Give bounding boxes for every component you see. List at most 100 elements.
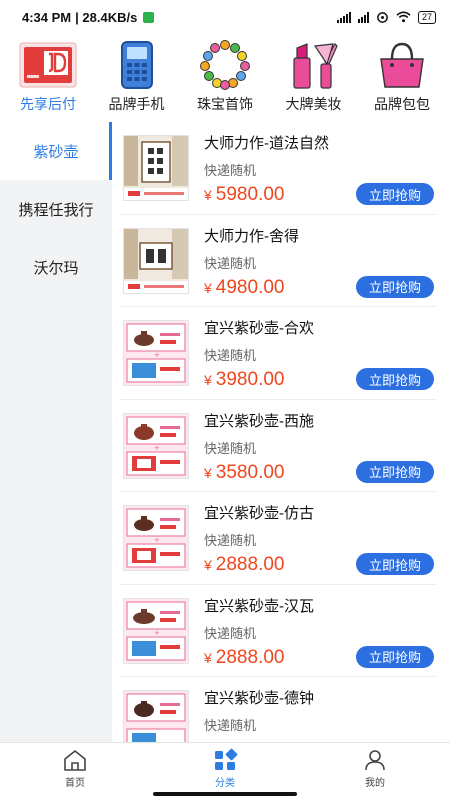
buy-now-button[interactable]: 立即抢购 — [356, 553, 434, 575]
nav-home[interactable]: 首页 — [0, 743, 150, 800]
jd-card-icon — [18, 38, 78, 92]
sidebar-item-walmart[interactable]: 沃尔玛 — [0, 238, 112, 296]
home-icon — [64, 750, 86, 771]
price-value: 3580.00 — [215, 461, 285, 483]
top-category-label: 大牌美妆 — [285, 96, 342, 112]
product-title: 宜兴紫砂壶-合欢 — [204, 320, 314, 337]
signal-icon — [336, 11, 351, 23]
product-thumbnail: + — [123, 412, 189, 479]
svg-text:+: + — [154, 351, 160, 359]
product-price: ¥3580.00 — [204, 462, 284, 484]
product-shipping: 快递随机 — [204, 533, 257, 548]
battery-icon: 27 — [417, 10, 436, 24]
currency-symbol: ¥ — [204, 557, 212, 573]
buy-now-button[interactable]: 立即抢购 — [356, 460, 434, 483]
category-icon — [215, 748, 238, 770]
top-category-label: 品牌手机 — [108, 96, 165, 112]
product-item[interactable]: 大师力作-道法自然 快递随机 ¥5980.00 立即抢购 — [120, 122, 436, 215]
product-thumbnail — [123, 135, 189, 201]
price-value: 3980.00 — [215, 369, 285, 390]
sidebar-item-label: 紫砂壶 — [33, 143, 79, 161]
status-bar: 4:34 PM | 28.4KB/s 27 — [0, 0, 450, 34]
currency-symbol: ¥ — [204, 279, 212, 296]
nav-profile[interactable]: 我的 — [300, 743, 450, 800]
status-right: 27 — [336, 10, 436, 24]
top-category-beauty[interactable]: 大牌美妆 — [270, 38, 358, 118]
category-sidebar: 紫砂壶 携程任我行 沃尔玛 — [0, 122, 112, 742]
product-price: ¥4980.00 — [204, 277, 284, 299]
top-category-label: 品牌包包 — [374, 96, 430, 112]
top-category-phones[interactable]: 品牌手机 — [93, 38, 181, 118]
product-item[interactable]: + 宜兴紫砂壶-汉瓦 快递随机 ¥2888.00 立即抢购 — [120, 585, 436, 677]
currency-symbol: ¥ — [204, 187, 212, 203]
product-item[interactable]: + 宜兴紫砂壶-西施 快递随机 ¥3580.00 立即抢购 — [120, 400, 436, 492]
product-item[interactable]: 大师力作-舍得 快递随机 ¥4980.00 立即抢购 — [120, 215, 436, 307]
product-thumbnail: + — [123, 320, 189, 386]
product-shipping: 快递随机 — [204, 440, 257, 456]
product-thumbnail — [123, 690, 189, 742]
product-price: ¥3980.00 — [204, 369, 284, 391]
status-left: 4:34 PM | 28.4KB/s — [22, 9, 155, 25]
product-list: 大师力作-道法自然 快递随机 ¥5980.00 立即抢购 大师力作-舍得 快递随… — [112, 122, 450, 742]
sidebar-item-teapot[interactable]: 紫砂壶 — [0, 122, 112, 180]
product-thumbnail: + — [123, 505, 189, 571]
product-shipping: 快递随机 — [204, 163, 257, 178]
top-category-label: 珠宝首饰 — [197, 96, 253, 112]
sidebar-item-label: 沃尔玛 — [33, 259, 79, 277]
product-thumbnail — [123, 227, 189, 294]
product-item[interactable]: + 宜兴紫砂壶-仿古 快递随机 ¥2888.00 立即抢购 — [120, 492, 436, 585]
price-value: 2888.00 — [215, 646, 285, 668]
buy-now-button[interactable]: 立即抢购 — [356, 368, 434, 390]
sidebar-item-label: 携程任我行 — [18, 201, 94, 219]
svg-text:+: + — [154, 444, 160, 452]
product-shipping: 快递随机 — [204, 625, 257, 641]
necklace-icon — [195, 38, 255, 92]
profile-icon — [365, 750, 385, 771]
top-category-bags[interactable]: 品牌包包 — [358, 38, 446, 118]
price-value: 5980.00 — [215, 184, 285, 205]
price-value: 4980.00 — [215, 276, 285, 298]
lipstick-icon — [284, 38, 344, 92]
status-time: 4:34 PM — [22, 9, 72, 25]
product-price: ¥2888.00 — [204, 554, 284, 576]
price-value: 2888.00 — [215, 554, 285, 575]
product-item[interactable]: + 宜兴紫砂壶-合欢 快递随机 ¥3980.00 立即抢购 — [120, 307, 436, 400]
currency-symbol: ¥ — [204, 649, 212, 666]
top-category-label: 先享后付 — [20, 96, 76, 112]
nav-label: 分类 — [215, 778, 235, 789]
wifi-icon — [396, 11, 411, 23]
product-title: 大师力作-舍得 — [204, 227, 299, 245]
sidebar-item-ctrip[interactable]: 携程任我行 — [0, 180, 112, 238]
nav-label: 我的 — [365, 778, 385, 789]
product-title: 宜兴紫砂壶-西施 — [204, 412, 314, 430]
home-indicator — [153, 792, 297, 796]
product-thumbnail: + — [123, 597, 189, 664]
status-speed: | 28.4KB/s — [75, 9, 138, 25]
product-price: ¥2888.00 — [204, 647, 284, 669]
hotspot-icon — [377, 11, 388, 23]
product-title: 宜兴紫砂壶-德钟 — [204, 690, 314, 707]
product-shipping: 快递随机 — [204, 718, 257, 733]
product-shipping: 快递随机 — [204, 348, 257, 363]
currency-symbol: ¥ — [204, 372, 212, 388]
product-price: ¥5980.00 — [204, 184, 284, 206]
product-item[interactable]: 宜兴紫砂壶-德钟 快递随机 — [120, 677, 436, 742]
phone-icon — [107, 38, 167, 92]
svg-text:+: + — [154, 629, 160, 637]
top-category-bar: 先享后付 品牌手机 珠宝首饰 大牌美妆 品牌包包 — [0, 38, 450, 118]
handbag-icon — [372, 38, 432, 92]
product-shipping: 快递随机 — [204, 255, 257, 271]
top-category-pay-later[interactable]: 先享后付 — [4, 38, 92, 118]
buy-now-button[interactable]: 立即抢购 — [356, 183, 434, 205]
nav-label: 首页 — [65, 778, 85, 789]
currency-symbol: ¥ — [204, 464, 212, 481]
svg-text:+: + — [154, 536, 160, 544]
buy-now-button[interactable]: 立即抢购 — [356, 645, 434, 668]
product-title: 大师力作-道法自然 — [204, 135, 329, 152]
signal-4g-icon — [357, 11, 369, 23]
product-title: 宜兴紫砂壶-仿古 — [204, 505, 314, 522]
notification-badge-icon — [143, 11, 155, 23]
buy-now-button[interactable]: 立即抢购 — [356, 275, 434, 298]
top-category-jewelry[interactable]: 珠宝首饰 — [181, 38, 269, 118]
product-title: 宜兴紫砂壶-汉瓦 — [204, 597, 314, 615]
